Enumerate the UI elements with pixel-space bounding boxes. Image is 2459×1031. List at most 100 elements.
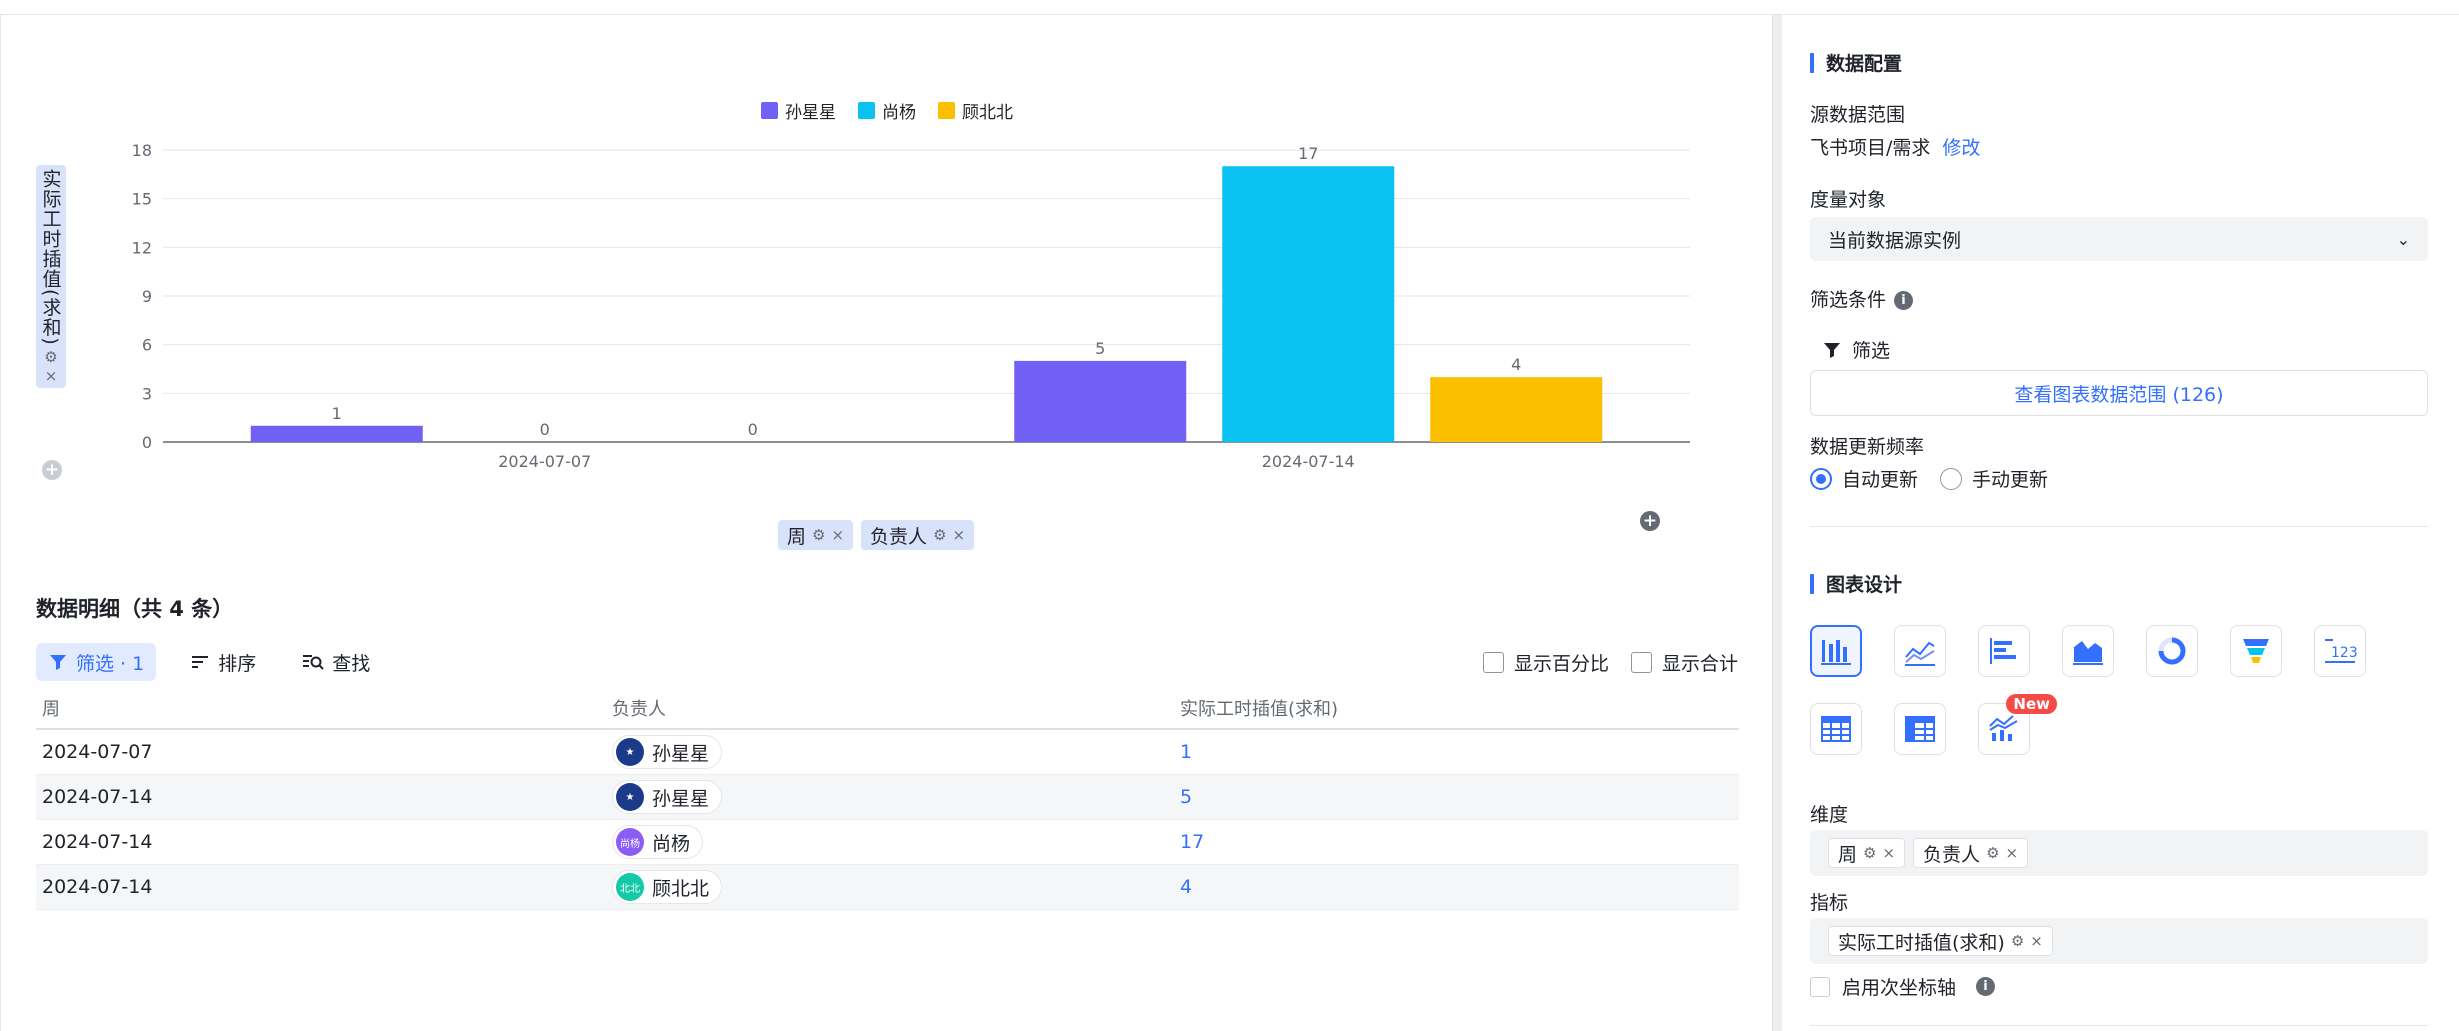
filter-condition-label: 筛选条件: [1810, 289, 1887, 311]
svg-text:123: 123: [2331, 645, 2357, 661]
chart-type-table[interactable]: [1810, 703, 1862, 755]
chip-label: 实际工时插值(求和): [1838, 931, 2005, 954]
sort-label: 排序: [218, 652, 257, 675]
bar-chart: 0 3 6 9 12 15 18 1 0 0 2024-07-07 5 17 4 2024-07-14: [132, 141, 1690, 471]
chart-type-combo[interactable]: New: [1978, 694, 2057, 755]
chart-type-ring[interactable]: [2146, 625, 2198, 677]
close-icon[interactable]: ×: [1882, 844, 1895, 862]
config-panel: 数据配置 源数据范围 飞书项目/需求 修改 度量对象 当前数据源实例 ⌄ 筛选条件…: [1782, 15, 2459, 1031]
column-header-week[interactable]: 周: [36, 695, 606, 721]
add-y-axis-icon[interactable]: +: [42, 460, 62, 480]
chart-type-grid: 123 New: [1810, 625, 2410, 755]
show-total-checkbox[interactable]: [1630, 651, 1652, 673]
table-row[interactable]: 2024-07-14 尚杨 尚杨 17: [36, 820, 1739, 865]
refresh-frequency-options: 自动更新 手动更新: [1810, 465, 2048, 492]
bar: [250, 425, 423, 442]
value-link[interactable]: 17: [1180, 831, 1204, 853]
legend-label: 尚杨: [882, 103, 916, 123]
panel-resize-handle[interactable]: [1772, 15, 1782, 1031]
info-icon[interactable]: i: [1894, 291, 1914, 310]
measure-label: 度量对象: [1810, 189, 1887, 211]
filter-condition: 筛选条件 i: [1810, 285, 1914, 312]
chart-type-area[interactable]: [2062, 625, 2114, 677]
close-icon[interactable]: ×: [953, 526, 966, 544]
column-header-owner[interactable]: 负责人: [606, 695, 1174, 721]
section-divider: [1810, 1025, 2428, 1026]
cell-value: 17: [1174, 831, 1739, 853]
chart-legend: 孙星星 尚杨 顾北北: [1, 98, 1773, 123]
value-link[interactable]: 5: [1180, 786, 1192, 808]
owner-chip[interactable]: ★ 孙星星: [612, 780, 723, 814]
close-icon[interactable]: ×: [2006, 844, 2019, 862]
dimension-chip-week[interactable]: 周 ⚙ ×: [778, 520, 854, 550]
info-icon[interactable]: i: [1976, 977, 1996, 996]
gear-icon[interactable]: ⚙: [1863, 844, 1876, 862]
filter-icon: [50, 655, 66, 670]
legend-item[interactable]: 尚杨: [858, 98, 916, 123]
metric-chip[interactable]: 实际工时插值(求和) ⚙ ×: [1828, 926, 2053, 956]
y-axis-metric-chip[interactable]: 实际工时插值(求和) ⚙ ×: [36, 165, 66, 388]
y-tick-label: 12: [132, 238, 152, 257]
legend-swatch: [938, 102, 955, 119]
add-dimension-icon[interactable]: +: [1640, 511, 1660, 531]
secondary-axis-checkbox[interactable]: [1810, 976, 1830, 997]
chart-type-pivot-table[interactable]: [1894, 703, 1946, 755]
auto-update-radio[interactable]: 自动更新: [1810, 465, 1918, 492]
gear-icon[interactable]: ⚙: [1986, 844, 1999, 862]
dimension-field-box[interactable]: 周 ⚙ × 负责人 ⚙ ×: [1810, 830, 2428, 876]
manual-update-radio[interactable]: 手动更新: [1940, 465, 2048, 492]
close-icon[interactable]: ×: [45, 368, 58, 384]
show-percent-toggle[interactable]: 显示百分比: [1482, 649, 1609, 676]
gear-icon[interactable]: ⚙: [44, 349, 57, 365]
owner-chip[interactable]: ★ 孙星星: [612, 735, 723, 769]
owner-chip[interactable]: 尚杨 尚杨: [612, 825, 704, 859]
view-chart-range-button[interactable]: 查看图表数据范围 (126): [1810, 370, 2428, 416]
cell-owner: 北北 顾北北: [606, 870, 1174, 904]
cell-value: 1: [1174, 741, 1739, 763]
modify-link[interactable]: 修改: [1942, 137, 1980, 159]
chart-type-line[interactable]: [1894, 625, 1946, 677]
y-tick-label: 3: [142, 384, 152, 403]
value-link[interactable]: 1: [1180, 741, 1192, 763]
avatar: 尚杨: [616, 828, 644, 856]
secondary-axis-label: 启用次坐标轴: [1842, 977, 1957, 999]
data-label: 1: [332, 404, 342, 423]
dimension-chip-owner[interactable]: 负责人 ⚙ ×: [861, 520, 975, 550]
gear-icon[interactable]: ⚙: [812, 526, 825, 544]
secondary-axis-option[interactable]: 启用次坐标轴 i: [1810, 973, 1996, 1000]
close-icon[interactable]: ×: [2030, 932, 2043, 950]
show-percent-checkbox[interactable]: [1482, 651, 1504, 673]
value-link[interactable]: 4: [1180, 876, 1192, 898]
radio-unchecked[interactable]: [1940, 467, 1963, 490]
ring-chart-icon: [2158, 637, 2186, 665]
combo-chart-icon: [1989, 715, 2018, 741]
column-header-value[interactable]: 实际工时插值(求和): [1174, 695, 1739, 721]
legend-item[interactable]: 孙星星: [761, 98, 836, 123]
find-button[interactable]: 查找: [290, 643, 382, 681]
legend-item[interactable]: 顾北北: [938, 98, 1013, 123]
radio-checked[interactable]: [1810, 467, 1832, 490]
gear-icon[interactable]: ⚙: [933, 526, 946, 544]
table-row[interactable]: 2024-07-07 ★ 孙星星 1: [36, 730, 1739, 775]
dimension-chip-week[interactable]: 周 ⚙ ×: [1828, 838, 1906, 868]
table-row[interactable]: 2024-07-14 ★ 孙星星 5: [36, 775, 1739, 820]
chart-type-funnel[interactable]: [2230, 625, 2282, 677]
chart-type-indicator[interactable]: 123: [2314, 625, 2366, 677]
measure-select[interactable]: 当前数据源实例 ⌄: [1810, 217, 2428, 261]
close-icon[interactable]: ×: [831, 526, 844, 544]
chart-type-bar[interactable]: [1978, 625, 2030, 677]
cell-week: 2024-07-07: [42, 741, 153, 763]
filter-button[interactable]: 筛选 · 1: [36, 643, 157, 681]
table-row[interactable]: 2024-07-14 北北 顾北北 4: [36, 865, 1739, 910]
find-label: 查找: [332, 652, 371, 675]
metric-field-box[interactable]: 实际工时插值(求和) ⚙ ×: [1810, 918, 2428, 964]
chart-type-column[interactable]: [1810, 625, 1862, 677]
gear-icon[interactable]: ⚙: [2011, 932, 2024, 950]
dimension-chip-owner[interactable]: 负责人 ⚙ ×: [1913, 838, 2029, 868]
section-divider: [1810, 526, 2428, 527]
sort-button[interactable]: 排序: [178, 643, 268, 681]
owner-chip[interactable]: 北北 顾北北: [612, 870, 723, 904]
number-card-icon: 123: [2325, 639, 2357, 663]
filter-condition-button[interactable]: 筛选: [1822, 336, 1890, 363]
show-total-toggle[interactable]: 显示合计: [1630, 649, 1738, 676]
